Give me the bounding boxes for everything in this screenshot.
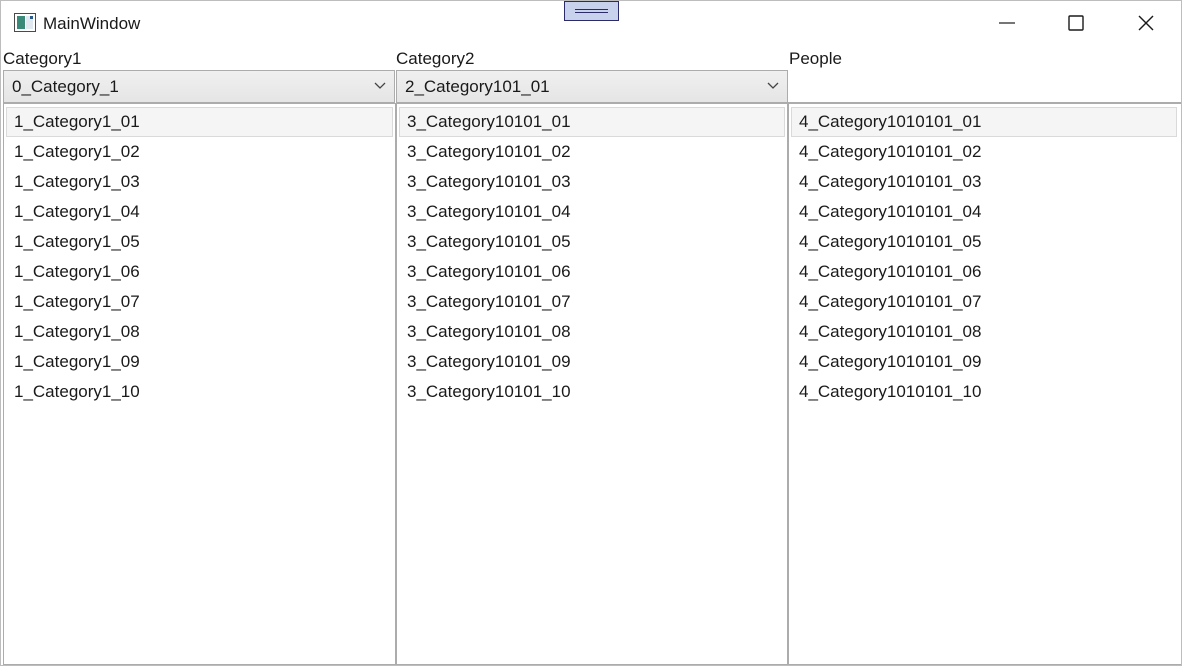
list-item[interactable]: 4_Category1010101_02 <box>791 137 1177 167</box>
list-item[interactable]: 4_Category1010101_05 <box>791 227 1177 257</box>
close-icon <box>1138 15 1154 31</box>
list-item[interactable]: 1_Category1_02 <box>6 137 393 167</box>
list-item[interactable]: 4_Category1010101_04 <box>791 197 1177 227</box>
minimize-button[interactable] <box>972 1 1042 45</box>
list-item[interactable]: 1_Category1_10 <box>6 377 393 407</box>
list-item[interactable]: 3_Category10101_06 <box>399 257 785 287</box>
maximize-icon <box>1068 15 1084 31</box>
people-listbox[interactable]: 4_Category1010101_01 4_Category1010101_0… <box>788 103 1181 665</box>
list-item[interactable]: 1_Category1_04 <box>6 197 393 227</box>
list-item[interactable]: 1_Category1_01 <box>6 107 393 137</box>
list-item[interactable]: 1_Category1_08 <box>6 317 393 347</box>
chevron-down-icon <box>767 82 779 89</box>
list-item[interactable]: 1_Category1_09 <box>6 347 393 377</box>
main-window: MainWindow Category1 0_Category_1 1_Cate… <box>0 0 1182 666</box>
people-label: People <box>789 49 842 68</box>
category1-combobox-value: 0_Category_1 <box>12 77 119 96</box>
list-item[interactable]: 4_Category1010101_08 <box>791 317 1177 347</box>
drag-handle[interactable] <box>564 1 619 21</box>
list-item[interactable]: 3_Category10101_08 <box>399 317 785 347</box>
list-item[interactable]: 3_Category10101_10 <box>399 377 785 407</box>
title-bar[interactable]: MainWindow <box>1 1 1181 45</box>
category1-listbox[interactable]: 1_Category1_01 1_Category1_02 1_Category… <box>3 103 396 665</box>
category1-label: Category1 <box>3 49 82 68</box>
list-item[interactable]: 4_Category1010101_06 <box>791 257 1177 287</box>
category1-combobox[interactable]: 0_Category_1 <box>3 70 395 103</box>
list-item[interactable]: 3_Category10101_07 <box>399 287 785 317</box>
close-button[interactable] <box>1111 1 1181 45</box>
list-item[interactable]: 1_Category1_06 <box>6 257 393 287</box>
category2-combobox[interactable]: 2_Category101_01 <box>396 70 788 103</box>
list-item[interactable]: 4_Category1010101_03 <box>791 167 1177 197</box>
list-item[interactable]: 4_Category1010101_09 <box>791 347 1177 377</box>
list-item[interactable]: 3_Category10101_01 <box>399 107 785 137</box>
list-item[interactable]: 3_Category10101_09 <box>399 347 785 377</box>
people-header-area <box>788 70 1181 103</box>
app-window-icon <box>14 13 36 32</box>
window-title: MainWindow <box>43 14 141 33</box>
list-item[interactable]: 3_Category10101_04 <box>399 197 785 227</box>
list-item[interactable]: 1_Category1_07 <box>6 287 393 317</box>
list-item[interactable]: 3_Category10101_05 <box>399 227 785 257</box>
maximize-button[interactable] <box>1041 1 1111 45</box>
category2-listbox[interactable]: 3_Category10101_01 3_Category10101_02 3_… <box>396 103 788 665</box>
list-item[interactable]: 1_Category1_03 <box>6 167 393 197</box>
list-item[interactable]: 1_Category1_05 <box>6 227 393 257</box>
minimize-icon <box>999 22 1015 24</box>
list-item[interactable]: 4_Category1010101_07 <box>791 287 1177 317</box>
list-item[interactable]: 3_Category10101_02 <box>399 137 785 167</box>
list-item[interactable]: 3_Category10101_03 <box>399 167 785 197</box>
list-item[interactable]: 4_Category1010101_10 <box>791 377 1177 407</box>
category2-label: Category2 <box>396 49 475 68</box>
chevron-down-icon <box>374 82 386 89</box>
list-item[interactable]: 4_Category1010101_01 <box>791 107 1177 137</box>
category2-combobox-value: 2_Category101_01 <box>405 77 550 96</box>
